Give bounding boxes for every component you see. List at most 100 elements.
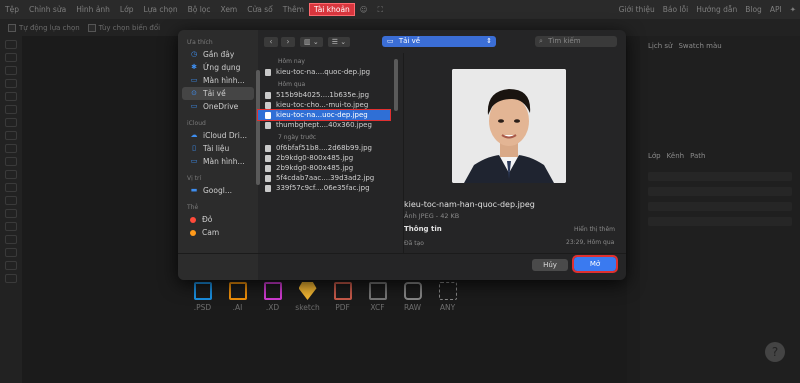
sidebar-item-tag-orange[interactable]: Cam xyxy=(182,226,254,239)
format-any[interactable]: ANY xyxy=(431,282,464,322)
sidebar-item-tag-red[interactable]: Đỏ xyxy=(182,213,254,226)
sidebar-item-onedrive[interactable]: ▭ OneDrive xyxy=(182,100,254,113)
tab-channel[interactable]: Kênh xyxy=(667,152,684,160)
file-list-scrollbar[interactable] xyxy=(394,59,398,111)
sidebar-item-desktop[interactable]: ▭ Màn hình... xyxy=(182,74,254,87)
location-select[interactable]: ▭ Tải về ⇕ xyxy=(382,36,496,47)
search-icon: ⌕ xyxy=(539,37,543,45)
wand-tool-icon[interactable] xyxy=(5,79,17,88)
auto-select-checkbox[interactable] xyxy=(8,23,16,32)
tab-swatch[interactable]: Swatch màu xyxy=(678,42,721,50)
file-row[interactable]: 2b9kdg0-800x485.jpg xyxy=(258,163,390,173)
format-xd[interactable]: .XD xyxy=(256,282,289,322)
transform-checkbox[interactable] xyxy=(87,23,96,32)
tab-path[interactable]: Path xyxy=(690,152,705,160)
brush-tool-icon[interactable] xyxy=(5,131,17,140)
chat-icon[interactable]: ☺ xyxy=(355,5,373,14)
text-tool-icon[interactable] xyxy=(5,222,17,231)
sidebar-item-recent[interactable]: ◷ Gần đây xyxy=(182,48,254,61)
menu-edit[interactable]: Chỉnh sửa xyxy=(24,5,71,14)
right-panel: Lịch sử Swatch màu Lớp Kênh Path xyxy=(640,36,800,383)
dodge-tool-icon[interactable] xyxy=(5,196,17,205)
zoom-tool-icon[interactable] xyxy=(5,274,17,283)
sidebar-item-apps[interactable]: ✱ Ứng dụng xyxy=(182,61,254,74)
eraser-tool-icon[interactable] xyxy=(5,157,17,166)
file-row[interactable]: 5f4cdab7aac....39d3ad2.jpg xyxy=(258,173,390,183)
menu-window[interactable]: Cửa sổ xyxy=(242,5,277,14)
format-sketch[interactable]: sketch xyxy=(291,282,324,322)
format-psd[interactable]: .PSD xyxy=(186,282,219,322)
created-value: 23:29, Hôm qua xyxy=(566,239,615,246)
lock-row[interactable] xyxy=(648,217,792,226)
crop-tool-icon[interactable] xyxy=(5,92,17,101)
tab-history[interactable]: Lịch sử xyxy=(648,42,672,50)
lasso-tool-icon[interactable] xyxy=(5,66,17,75)
tags-header: Thẻ xyxy=(187,204,199,211)
format-pdf[interactable]: PDF xyxy=(326,282,359,322)
file-row[interactable]: 339f57c9cf....06e35fac.jpg xyxy=(258,183,390,193)
forward-button[interactable]: › xyxy=(281,36,295,47)
group-yesterday: Hôm qua xyxy=(278,81,306,88)
file-row-selected[interactable]: kieu-toc-na...uoc-dep.jpeg xyxy=(257,109,391,121)
menu-blog[interactable]: Blog xyxy=(741,5,766,14)
show-more-link[interactable]: Hiển thị thêm xyxy=(574,226,615,233)
open-button[interactable]: Mở xyxy=(572,255,618,273)
cancel-button[interactable]: Hủy xyxy=(532,259,568,271)
download-icon: ⊙ xyxy=(191,89,197,97)
file-row[interactable]: 515b9b4025....1b635e.jpg xyxy=(258,90,390,100)
help-button[interactable]: ? xyxy=(765,342,785,362)
opacity-row[interactable] xyxy=(648,202,792,211)
pen-tool-icon[interactable] xyxy=(5,209,17,218)
shape-tool-icon[interactable] xyxy=(5,248,17,257)
menu-view[interactable]: Xem xyxy=(216,5,243,14)
format-raw[interactable]: RAW xyxy=(396,282,429,322)
menu-account[interactable]: Tài khoản xyxy=(308,3,355,16)
eyedropper-tool-icon[interactable] xyxy=(5,105,17,114)
menu-right: Giới thiệu Báo lỗi Hướng dẫn Blog API ✦ xyxy=(615,5,800,14)
file-row[interactable]: kieu-toc-na....quoc-dep.jpg xyxy=(258,67,390,77)
format-xcf[interactable]: XCF xyxy=(361,282,394,322)
menu-api[interactable]: API xyxy=(766,5,786,14)
menu-report[interactable]: Báo lỗi xyxy=(659,5,692,14)
sidebar-item-icloud-drive[interactable]: ☁ iCloud Dri... xyxy=(182,129,254,142)
menu-more[interactable]: Thêm xyxy=(278,5,309,14)
search-input[interactable]: ⌕ Tìm kiếm xyxy=(535,36,617,47)
menu-image[interactable]: Hình ảnh xyxy=(71,5,115,14)
file-row[interactable]: kieu-toc-cho...-mui-to.jpeg xyxy=(258,100,390,110)
menu-file[interactable]: Tệp xyxy=(0,5,24,14)
move-tool-icon[interactable] xyxy=(5,40,17,49)
menu-about[interactable]: Giới thiệu xyxy=(615,5,659,14)
sidebar-item-downloads[interactable]: ⊙ Tải về xyxy=(182,87,254,100)
heal-tool-icon[interactable] xyxy=(5,118,17,127)
folder-icon: ▭ xyxy=(387,37,394,45)
drive-icon: ▬ xyxy=(190,186,198,194)
clock-icon: ◷ xyxy=(190,50,198,58)
format-ai[interactable]: .AI xyxy=(221,282,254,322)
path-tool-icon[interactable] xyxy=(5,235,17,244)
social-icon[interactable]: ✦ xyxy=(786,5,800,14)
layer-filter[interactable] xyxy=(648,172,792,181)
fullscreen-icon[interactable]: ⛶ xyxy=(373,5,388,15)
group-button[interactable]: ☰ ⌄ xyxy=(327,36,351,47)
hand-tool-icon[interactable] xyxy=(5,261,17,270)
tab-layer[interactable]: Lớp xyxy=(648,152,661,160)
menu-layer[interactable]: Lớp xyxy=(115,5,139,14)
file-row[interactable]: thumbghept....40x360.jpeg xyxy=(258,120,390,130)
file-row[interactable]: 0f6bfaf51b8....2d68b99.jpg xyxy=(258,143,390,153)
preview-thumbnail xyxy=(452,69,566,183)
back-button[interactable]: ‹ xyxy=(264,36,278,47)
sidebar-item-google-drive[interactable]: ▬ Googl... xyxy=(182,184,254,197)
blur-tool-icon[interactable] xyxy=(5,183,17,192)
menu-filter[interactable]: Bộ lọc xyxy=(183,5,216,14)
menu-select[interactable]: Lựa chọn xyxy=(138,5,182,14)
sidebar-item-icloud-desktop[interactable]: ▭ Màn hình... xyxy=(182,155,254,168)
blend-mode-select[interactable] xyxy=(648,187,792,196)
panel-strip xyxy=(627,36,640,383)
sidebar-item-documents[interactable]: ▯ Tài liệu xyxy=(182,142,254,155)
marquee-tool-icon[interactable] xyxy=(5,53,17,62)
file-row[interactable]: 2b9kdg0-800x485.jpg xyxy=(258,153,390,163)
view-mode-button[interactable]: ▥ ⌄ xyxy=(300,36,323,47)
menu-guide[interactable]: Hướng dẫn xyxy=(692,5,741,14)
stamp-tool-icon[interactable] xyxy=(5,144,17,153)
fill-tool-icon[interactable] xyxy=(5,170,17,179)
